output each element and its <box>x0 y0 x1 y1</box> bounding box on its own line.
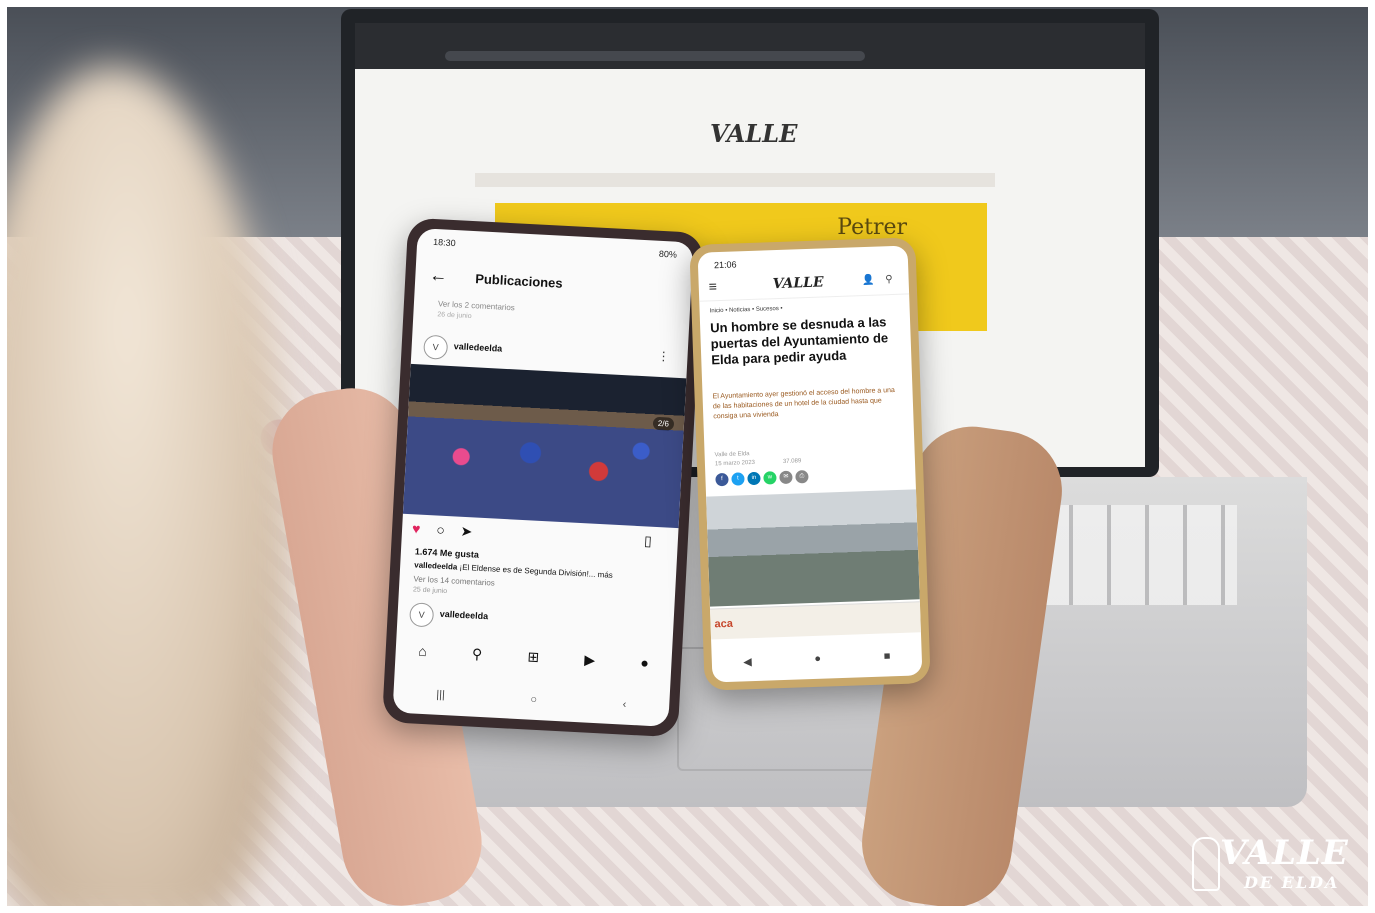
home-button-icon[interactable]: ● <box>814 653 821 675</box>
next-post-header: V valledeelda <box>409 600 662 641</box>
article-views: 37.089 <box>782 458 802 465</box>
news-header: ≡ VALLE 👤 ⚲ <box>698 267 910 302</box>
status-time: 21:06 <box>713 259 737 271</box>
watermark-main: VALLE <box>1220 833 1349 873</box>
phone-instagram: 18:30 80% ← Publicaciones Ver los 2 come… <box>381 217 705 738</box>
site-navigation <box>475 173 995 187</box>
article-author: Valle de Elda <box>714 451 750 459</box>
android-nav-bar: ◀ ● ■ <box>712 649 923 678</box>
profile-icon[interactable]: ● <box>639 654 649 680</box>
add-post-icon[interactable]: ⊞ <box>527 648 540 675</box>
account-name[interactable]: valledeelda <box>453 341 502 354</box>
menu-icon[interactable]: ≡ <box>708 278 717 294</box>
article-photo[interactable] <box>706 489 920 607</box>
back-icon[interactable]: ‹ <box>622 698 626 720</box>
home-button-icon[interactable]: ○ <box>530 694 537 716</box>
instagram-bottom-nav: ⌂ ⚲ ⊞ ▶ ● <box>395 642 672 682</box>
avatar[interactable]: V <box>423 334 449 360</box>
avatar[interactable]: V <box>409 602 435 628</box>
linkedin-icon[interactable]: in <box>747 471 761 486</box>
article-headline: Un hombre se desnuda a las puertas del A… <box>709 314 889 368</box>
status-battery: 80% <box>658 248 678 260</box>
browser-toolbar <box>355 23 1145 69</box>
facebook-icon[interactable]: f <box>715 472 729 487</box>
phone-news: 21:06 ≡ VALLE 👤 ⚲ Inicio • Noticias • Su… <box>689 237 931 691</box>
browser-address-bar <box>445 51 865 61</box>
news-logo[interactable]: VALLE <box>772 274 824 292</box>
bookmark-icon[interactable]: ▯ <box>644 532 653 549</box>
breadcrumb[interactable]: Inicio • Noticias • Sucesos • <box>710 306 783 315</box>
comment-icon[interactable]: ○ <box>436 521 445 537</box>
twitter-icon[interactable]: t <box>731 472 745 486</box>
instagram-header: ← Publicaciones <box>415 258 692 306</box>
watermark-sub: DE ELDA <box>1244 873 1340 892</box>
status-time: 18:30 <box>432 236 456 249</box>
caption-user[interactable]: valledeelda <box>414 560 458 571</box>
article-lead: El Ayuntamiento ayer gestionó el acceso … <box>712 386 895 421</box>
banner-text: Petrer <box>837 215 907 240</box>
email-icon[interactable]: ✉ <box>779 470 793 485</box>
likes-count[interactable]: 1.674 Me gusta <box>415 546 479 559</box>
search-icon[interactable]: ⚲ <box>471 646 483 673</box>
print-icon[interactable]: ⎙ <box>795 470 809 484</box>
back-icon[interactable]: ◀ <box>743 655 752 677</box>
share-icon[interactable]: ➤ <box>460 523 473 540</box>
home-icon[interactable]: ⌂ <box>417 643 427 669</box>
back-arrow-icon[interactable]: ← <box>429 265 448 287</box>
previous-comments-link[interactable]: Ver los 2 comentarios <box>438 299 515 312</box>
page-title: Publicaciones <box>474 271 564 291</box>
previous-post-date: 26 de junio <box>437 311 472 321</box>
seal-icon <box>1192 837 1220 891</box>
ad-text: aca <box>714 617 734 631</box>
account-name[interactable]: valledeelda <box>439 609 488 622</box>
photo-frame: VALLE Petrer 18:30 80% ← Publicaciones V… <box>7 7 1368 906</box>
like-heart-icon[interactable]: ♥ <box>412 520 421 536</box>
post-photo[interactable] <box>402 363 687 529</box>
android-nav-bar: ||| ○ ‹ <box>393 686 670 722</box>
recents-icon[interactable]: ||| <box>435 689 445 711</box>
site-logo: VALLE <box>710 119 798 148</box>
recents-icon[interactable]: ■ <box>884 650 891 672</box>
user-icon[interactable]: 👤 <box>862 275 875 286</box>
reels-icon[interactable]: ▶ <box>583 651 596 678</box>
comments-link[interactable]: Ver los 14 comentarios <box>413 574 495 587</box>
photo-counter: 2/6 <box>652 416 675 431</box>
post-date: 25 de junio <box>412 586 448 596</box>
news-screen: 21:06 ≡ VALLE 👤 ⚲ Inicio • Noticias • Su… <box>697 245 923 683</box>
valle-de-elda-watermark: VALLE DE ELDA <box>1192 833 1352 903</box>
article-date: 15 marzo 2023 <box>714 459 756 468</box>
search-icon[interactable]: ⚲ <box>885 274 893 285</box>
more-options-icon[interactable]: ⋮ <box>657 349 670 364</box>
share-buttons: f t in w ✉ ⎙ <box>715 470 809 487</box>
whatsapp-icon[interactable]: w <box>763 471 777 485</box>
instagram-screen: 18:30 80% ← Publicaciones Ver los 2 come… <box>392 228 694 727</box>
ad-strip[interactable]: aca <box>709 601 921 640</box>
